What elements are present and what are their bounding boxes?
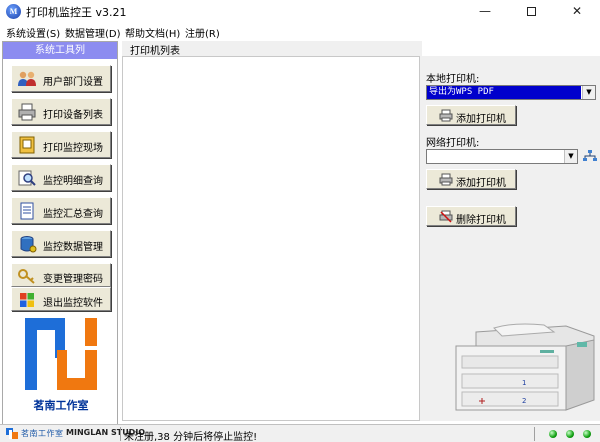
- printer-list-tab[interactable]: 打印机列表: [130, 42, 180, 57]
- sidebar: 系统工具列 用户部门设置 打印设备列表 打印监控现场 监控明细查询 监控汇总查询…: [2, 41, 118, 425]
- status-separator: [534, 427, 535, 441]
- maximize-button[interactable]: [508, 0, 554, 23]
- add-local-printer-label: 添加打印机: [456, 114, 506, 125]
- status-indicator-icon: [583, 430, 591, 438]
- minimize-button[interactable]: —: [462, 0, 508, 23]
- status-message: 未注册,38 分钟后将停止监控!: [124, 432, 258, 442]
- printer-icon: [18, 103, 36, 121]
- chevron-down-icon: ▼: [564, 150, 577, 163]
- studio-mini-logo-icon: [6, 428, 18, 439]
- status-indicator-icon: [566, 430, 574, 438]
- close-button[interactable]: ✕: [554, 0, 600, 23]
- menu-bar: 系统设置(S) 数据管理(D) 帮助文档(H) 注册(R): [0, 23, 600, 40]
- laser-printer-illustration: 1 2: [455, 323, 595, 411]
- exit-monitor-button[interactable]: 退出监控软件: [11, 287, 111, 311]
- status-indicator-icon: [549, 430, 557, 438]
- monitor-summary-query-button[interactable]: 监控汇总查询: [11, 197, 111, 224]
- network-printer-label: 网络打印机:: [426, 138, 480, 149]
- studio-logo: [25, 318, 97, 390]
- key-icon: [18, 269, 35, 284]
- local-printer-label: 本地打印机:: [426, 74, 480, 85]
- local-printer-value: 导出为WPS PDF: [427, 86, 581, 99]
- printer-icon: [439, 109, 453, 122]
- monitor-book-icon: [19, 136, 35, 154]
- printer-device-list-button[interactable]: 打印设备列表: [11, 98, 111, 125]
- monitor-data-management-label: 监控数据管理: [43, 242, 103, 253]
- print-monitor-live-label: 打印监控现场: [43, 143, 103, 154]
- sidebar-header: 系统工具列: [3, 42, 117, 59]
- windows-logo-icon: [20, 293, 34, 307]
- delete-printer-icon: [439, 210, 453, 223]
- user-dept-settings-button[interactable]: 用户部门设置: [11, 65, 111, 92]
- delete-printer-button[interactable]: 删除打印机: [426, 206, 516, 226]
- menu-system-settings[interactable]: 系统设置(S): [6, 25, 60, 40]
- database-icon: [20, 236, 37, 253]
- status-bar: 茗南工作室 MINGLAN STUDIO 未注册,38 分钟后将停止监控!: [0, 424, 600, 442]
- user-dept-settings-label: 用户部门设置: [43, 77, 103, 88]
- network-icon[interactable]: [583, 150, 597, 162]
- monitor-detail-query-label: 监控明细查询: [43, 176, 103, 187]
- app-icon: M: [6, 4, 21, 19]
- local-printer-select[interactable]: 导出为WPS PDF ▼: [426, 85, 596, 100]
- status-brand-cn: 茗南工作室: [21, 429, 64, 438]
- printer-list-header: 打印机列表: [122, 41, 422, 57]
- add-network-printer-button[interactable]: 添加打印机: [426, 169, 516, 189]
- add-network-printer-label: 添加打印机: [456, 178, 506, 189]
- search-icon: [18, 170, 36, 186]
- exit-monitor-label: 退出监控软件: [43, 298, 103, 309]
- printer-list[interactable]: [122, 56, 420, 421]
- svg-text:1: 1: [522, 379, 526, 387]
- network-printer-select[interactable]: ▼: [426, 149, 578, 164]
- monitor-detail-query-button[interactable]: 监控明细查询: [11, 164, 111, 191]
- printer-device-list-label: 打印设备列表: [43, 110, 103, 121]
- network-printer-value: [427, 150, 563, 163]
- monitor-data-management-button[interactable]: 监控数据管理: [11, 230, 111, 257]
- users-icon: [18, 71, 36, 86]
- status-separator: [120, 427, 121, 441]
- chevron-down-icon: ▼: [582, 86, 595, 99]
- change-admin-password-label: 变更管理密码: [43, 274, 103, 285]
- report-icon: [20, 202, 34, 220]
- add-local-printer-button[interactable]: 添加打印机: [426, 105, 516, 125]
- menu-help-docs[interactable]: 帮助文档(H): [125, 25, 180, 40]
- maximize-icon: [526, 7, 536, 16]
- menu-data-management[interactable]: 数据管理(D): [65, 25, 121, 40]
- monitor-summary-query-label: 监控汇总查询: [43, 209, 103, 220]
- studio-logo-text: 茗南工作室: [33, 399, 89, 412]
- window-title: 打印机监控王 v3.21: [26, 6, 127, 19]
- menu-register[interactable]: 注册(R): [185, 25, 220, 40]
- printer-icon: [439, 173, 453, 186]
- printer-actions-panel: 本地打印机: 导出为WPS PDF ▼ 添加打印机 网络打印机: ▼ 添加打印机: [420, 56, 600, 421]
- delete-printer-label: 删除打印机: [456, 215, 506, 226]
- change-admin-password-button[interactable]: 变更管理密码: [11, 263, 111, 287]
- svg-text:2: 2: [522, 397, 526, 405]
- print-monitor-live-button[interactable]: 打印监控现场: [11, 131, 111, 158]
- title-bar: M 打印机监控王 v3.21 — ✕: [0, 0, 600, 23]
